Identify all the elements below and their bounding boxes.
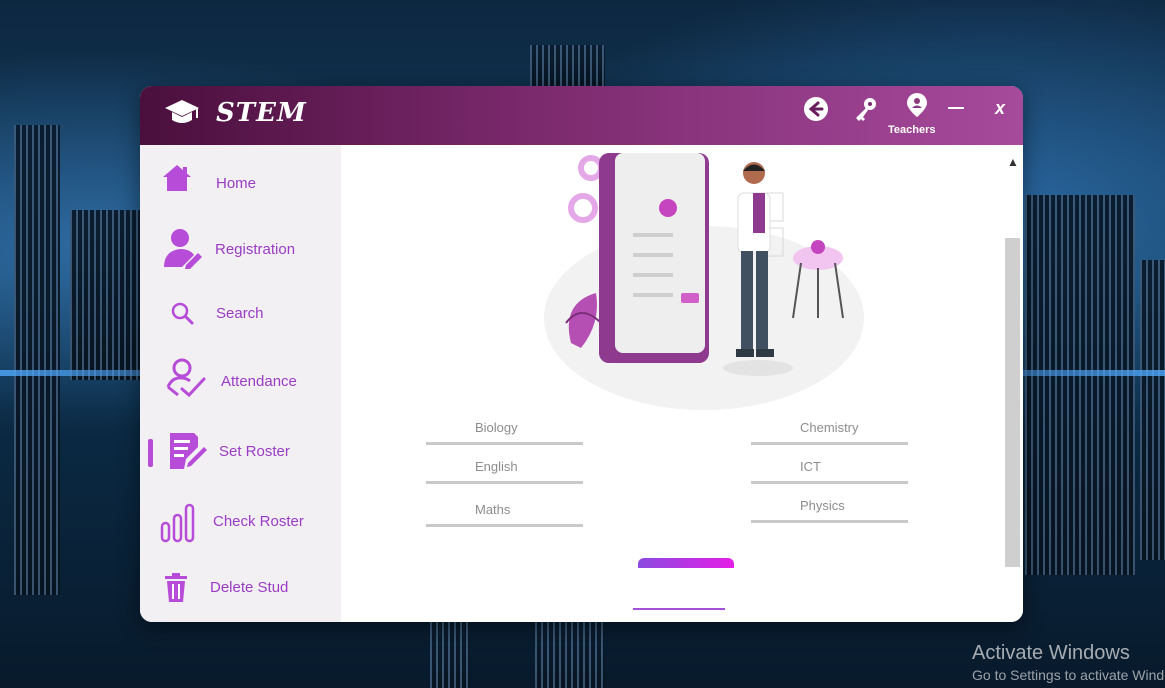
sidebar-item-set-roster[interactable]: Set Roster — [140, 429, 341, 479]
field-label: Chemistry — [800, 420, 859, 435]
subject-field-ict[interactable]: ICT — [751, 453, 908, 484]
submit-button[interactable] — [638, 558, 734, 568]
home-icon — [163, 165, 191, 191]
app-window: STEM Teachers x Home Registration Search… — [140, 86, 1023, 622]
sidebar-item-check-roster[interactable]: Check Roster — [140, 499, 341, 549]
sidebar-item-label: Home — [216, 175, 257, 192]
subject-field-chemistry[interactable]: Chemistry — [751, 414, 908, 445]
vertical-scrollbar[interactable]: ▲ — [1005, 155, 1020, 567]
user-edit-icon — [164, 229, 202, 269]
key-icon[interactable] — [852, 96, 878, 122]
field-label: Biology — [475, 420, 518, 435]
sidebar-item-label: Search — [216, 305, 264, 322]
activation-watermark-subtitle: Go to Settings to activate Windows. — [972, 667, 1165, 683]
back-arrow-icon[interactable] — [803, 96, 829, 122]
bar-chart-icon — [160, 503, 195, 543]
subject-field-biology[interactable]: Biology — [426, 414, 583, 445]
sidebar-item-delete-stud[interactable]: Delete Stud — [140, 565, 341, 615]
subject-field-physics[interactable]: Physics — [751, 492, 908, 523]
scroll-thumb[interactable] — [1005, 238, 1020, 567]
subject-field-maths[interactable]: Maths — [426, 496, 583, 527]
settings-illustration — [544, 153, 864, 410]
sidebar-item-registration[interactable]: Registration — [140, 227, 341, 277]
close-button[interactable]: x — [995, 98, 1005, 119]
user-role-label: Teachers — [888, 124, 936, 136]
title-bar: STEM Teachers x — [140, 86, 1023, 145]
subject-field-english[interactable]: English — [426, 453, 583, 484]
sidebar-item-label: Attendance — [221, 373, 297, 390]
field-label: English — [475, 459, 518, 474]
field-label: Physics — [800, 498, 845, 513]
main-content: Biology English Maths Chemistry ICT Phys… — [341, 145, 1023, 622]
sidebar-item-label: Registration — [215, 241, 296, 258]
app-title: STEM — [216, 98, 307, 128]
button-underline — [633, 608, 725, 610]
sidebar: Home Registration Search Attendance Set … — [140, 145, 341, 622]
trash-icon — [165, 573, 187, 602]
attendance-check-icon — [166, 358, 206, 398]
graduation-cap-icon — [165, 100, 199, 123]
sidebar-item-label: Delete Stud — [210, 579, 289, 596]
search-icon — [171, 302, 194, 325]
edit-document-icon — [170, 433, 207, 469]
user-pin-icon[interactable] — [904, 92, 930, 118]
sidebar-item-search[interactable]: Search — [140, 295, 341, 345]
field-label: ICT — [800, 459, 821, 474]
sidebar-item-label: Check Roster — [213, 513, 304, 530]
field-label: Maths — [475, 502, 511, 517]
sidebar-item-attendance[interactable]: Attendance — [140, 357, 341, 407]
sidebar-item-home[interactable]: Home — [140, 159, 341, 209]
activation-watermark-title: Activate Windows — [972, 642, 1130, 664]
scroll-up-icon[interactable]: ▲ — [1007, 155, 1019, 169]
active-indicator — [148, 439, 153, 467]
minimize-button[interactable] — [948, 107, 964, 109]
sidebar-item-label: Set Roster — [219, 443, 290, 460]
